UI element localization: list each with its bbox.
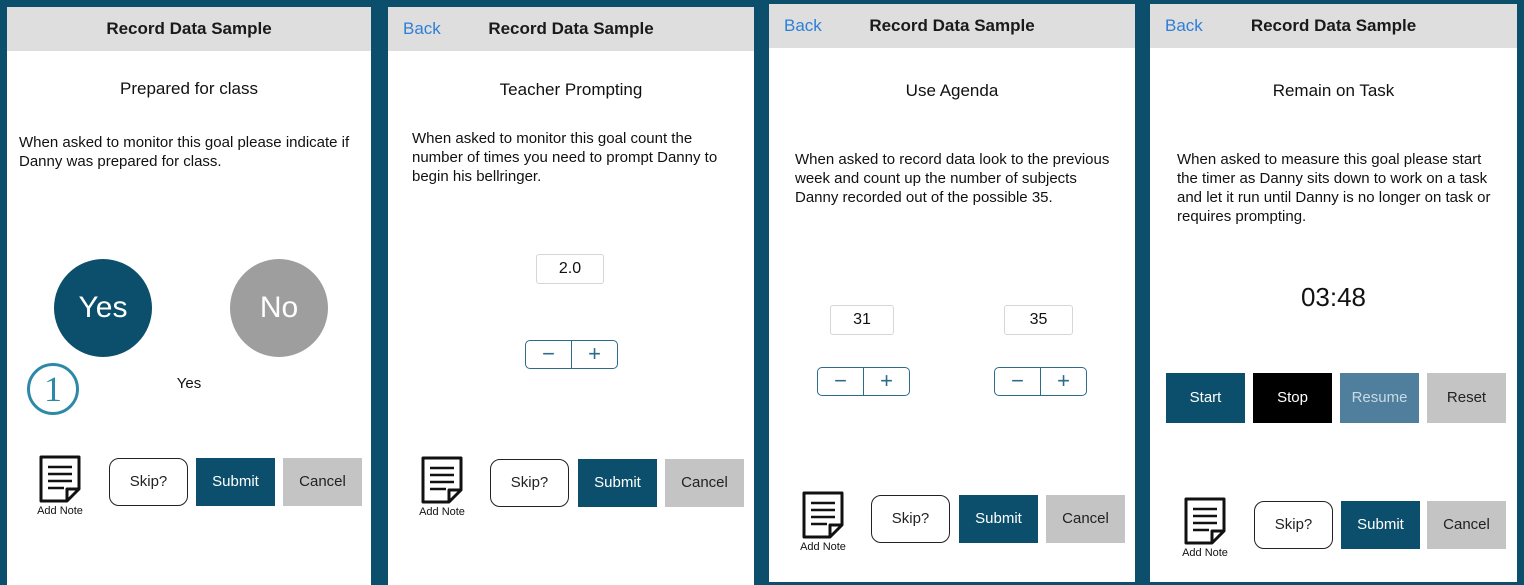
possible-stepper[interactable]: − + <box>994 367 1087 396</box>
cancel-button[interactable]: Cancel <box>665 459 744 507</box>
note-icon <box>1184 497 1226 545</box>
goal-title: Remain on Task <box>1272 81 1395 100</box>
increment-button[interactable]: + <box>864 368 909 395</box>
no-button[interactable]: No <box>230 259 328 357</box>
cancel-button[interactable]: Cancel <box>1046 495 1125 543</box>
navigation-bar: Back Record Data Sample <box>388 7 754 51</box>
goal-instructions: When asked to measure this goal please s… <box>1177 151 1491 225</box>
note-icon <box>421 456 463 504</box>
skip-button[interactable]: Skip? <box>1254 501 1333 549</box>
decrement-button[interactable]: − <box>818 368 864 395</box>
decrement-button[interactable]: − <box>526 341 572 368</box>
skip-button[interactable]: Skip? <box>871 495 950 543</box>
submit-button[interactable]: Submit <box>1341 501 1420 549</box>
reset-button[interactable]: Reset <box>1427 373 1506 423</box>
start-button[interactable]: Start <box>1166 373 1245 423</box>
add-note-label: Add Note <box>800 541 846 553</box>
goal-instructions: When asked to monitor this goal count th… <box>412 130 718 185</box>
goal-title: Prepared for class <box>120 79 258 98</box>
goal-instructions: When asked to monitor this goal please i… <box>19 134 350 170</box>
note-icon <box>39 455 81 503</box>
submit-button[interactable]: Submit <box>196 458 275 506</box>
navigation-bar: Back Record Data Sample <box>1150 4 1517 48</box>
nav-title: Record Data Sample <box>106 19 272 38</box>
nav-title: Record Data Sample <box>488 19 654 38</box>
stop-button[interactable]: Stop <box>1253 373 1332 423</box>
count-value-field[interactable]: 2.0 <box>536 254 604 284</box>
goal-title: Use Agenda <box>905 81 999 100</box>
note-icon <box>802 491 844 539</box>
screen-remain-on-task: Back Record Data Sample Remain on Task W… <box>1150 4 1517 582</box>
screen-prepared-for-class: Record Data Sample Prepared for class Wh… <box>7 7 371 585</box>
cancel-button[interactable]: Cancel <box>283 458 362 506</box>
add-note-button[interactable]: Add Note <box>790 491 856 553</box>
add-note-label: Add Note <box>1182 547 1228 559</box>
add-note-button[interactable]: Add Note <box>409 456 475 518</box>
screen-teacher-prompting: Back Record Data Sample Teacher Promptin… <box>388 7 754 585</box>
timer-display: 03:48 <box>1300 282 1367 312</box>
submit-button[interactable]: Submit <box>959 495 1038 543</box>
add-note-button[interactable]: Add Note <box>1172 497 1238 559</box>
step-number-badge: 1 <box>27 363 79 415</box>
selected-value-label: Yes <box>176 375 202 392</box>
yes-button[interactable]: Yes <box>54 259 152 357</box>
possible-value-field[interactable]: 35 <box>1004 305 1073 335</box>
add-note-label: Add Note <box>419 506 465 518</box>
goal-instructions: When asked to record data look to the pr… <box>795 151 1110 206</box>
navigation-bar: Back Record Data Sample <box>769 4 1135 48</box>
nav-title: Record Data Sample <box>869 16 1035 35</box>
navigation-bar: Record Data Sample <box>7 7 371 51</box>
increment-button[interactable]: + <box>572 341 617 368</box>
add-note-button[interactable]: Add Note <box>27 455 93 517</box>
count-stepper[interactable]: − + <box>525 340 618 369</box>
add-note-label: Add Note <box>37 505 83 517</box>
increment-button[interactable]: + <box>1041 368 1086 395</box>
submit-button[interactable]: Submit <box>578 459 657 507</box>
nav-title: Record Data Sample <box>1250 16 1417 35</box>
cancel-button[interactable]: Cancel <box>1427 501 1506 549</box>
recorded-stepper[interactable]: − + <box>817 367 910 396</box>
skip-button[interactable]: Skip? <box>109 458 188 506</box>
screen-use-agenda: Back Record Data Sample Use Agenda When … <box>769 4 1135 582</box>
decrement-button[interactable]: − <box>995 368 1041 395</box>
resume-button[interactable]: Resume <box>1340 373 1419 423</box>
goal-title: Teacher Prompting <box>499 80 643 99</box>
recorded-value-field[interactable]: 31 <box>830 305 894 335</box>
skip-button[interactable]: Skip? <box>490 459 569 507</box>
